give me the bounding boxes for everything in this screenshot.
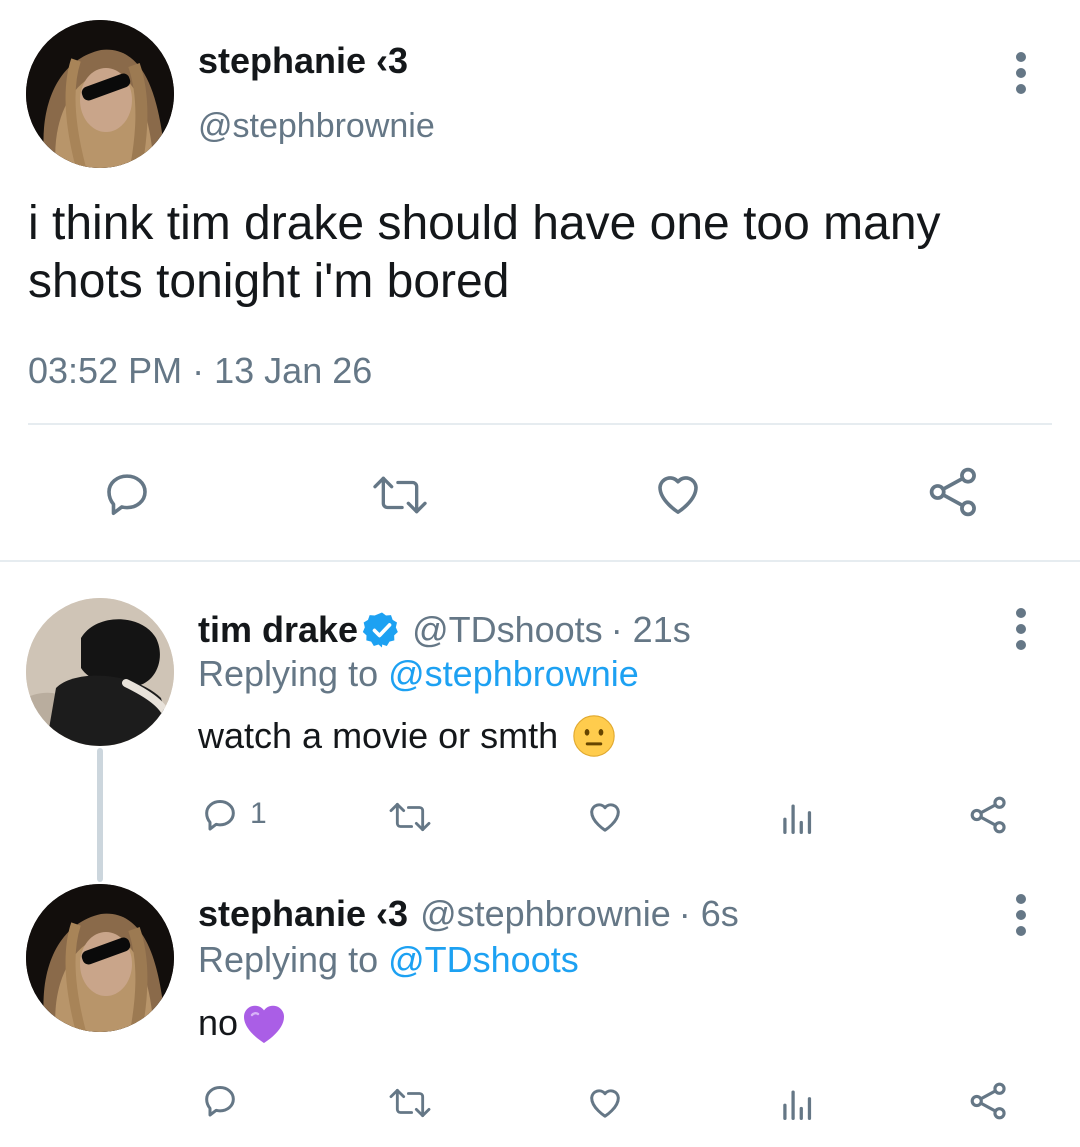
- retweet-icon: [389, 802, 431, 832]
- verified-badge-icon: [362, 612, 398, 648]
- divider: [28, 423, 1052, 425]
- replying-to-link[interactable]: @stephbrownie: [388, 653, 639, 694]
- analytics-button[interactable]: [778, 798, 818, 834]
- replying-to: Replying to @stephbrownie: [198, 652, 639, 696]
- like-icon: [590, 803, 620, 832]
- share-icon: [970, 1082, 1006, 1120]
- tweet-text-line-1: i think tim drake should have one too ma…: [28, 197, 941, 250]
- more-options-icon[interactable]: [1015, 608, 1027, 650]
- reply-count: 1: [250, 797, 267, 830]
- reply-time: · 21s: [610, 609, 691, 650]
- reply-text-content: watch a movie or smth: [198, 715, 559, 756]
- share-button[interactable]: [925, 464, 983, 520]
- like-button[interactable]: [584, 796, 626, 836]
- more-options-icon[interactable]: [1015, 52, 1027, 94]
- retweet-button[interactable]: [368, 470, 432, 520]
- like-button[interactable]: [650, 466, 706, 520]
- retweet-icon: [373, 476, 427, 514]
- analytics-icon: [783, 804, 812, 834]
- more-options-icon[interactable]: [1015, 894, 1027, 936]
- analytics-button[interactable]: [778, 1084, 818, 1120]
- section-divider: [0, 560, 1080, 562]
- reply-button[interactable]: [200, 1080, 240, 1120]
- purple-heart-emoji-icon: [244, 1005, 285, 1043]
- like-icon: [590, 1089, 620, 1118]
- tweet-timestamp: 03:52 PM · 13 Jan 26: [28, 350, 372, 392]
- tweet-date: 13 Jan 26: [214, 350, 373, 391]
- handle[interactable]: @stephbrownie: [420, 892, 671, 936]
- like-button[interactable]: [584, 1082, 626, 1122]
- display-name[interactable]: tim drake: [198, 608, 358, 652]
- retweet-button[interactable]: [386, 1084, 434, 1122]
- avatar-tim-drake[interactable]: [26, 598, 174, 746]
- timestamp-separator: ·: [192, 350, 205, 391]
- neutral-face-emoji-icon: [573, 715, 615, 757]
- replying-to-link[interactable]: @TDshoots: [388, 939, 579, 980]
- reply-header: stephanie ‹3 @stephbrownie · 6s: [198, 892, 739, 936]
- share-icon: [970, 796, 1006, 834]
- replying-to: Replying to @TDshoots: [198, 938, 579, 982]
- handle[interactable]: @stephbrownie: [198, 106, 435, 146]
- retweet-icon: [389, 1088, 431, 1118]
- reply-text: no: [198, 1000, 288, 1046]
- handle[interactable]: @TDshoots: [412, 608, 603, 652]
- reply-button[interactable]: [100, 466, 154, 520]
- thread-line: [97, 748, 103, 882]
- replying-prefix: Replying to: [198, 939, 379, 980]
- display-name[interactable]: stephanie ‹3: [198, 40, 408, 82]
- tweet-text-line-2: shots tonight i'm bored: [28, 255, 510, 308]
- analytics-icon: [783, 1090, 812, 1120]
- reply-button[interactable]: 1: [200, 794, 267, 834]
- reply-icon: [205, 1086, 235, 1117]
- share-button[interactable]: [968, 794, 1010, 836]
- reply-header: tim drake @TDshoots · 21s: [198, 608, 691, 652]
- reply-time: · 6s: [678, 893, 739, 934]
- reply-text: watch a movie or smth: [198, 714, 616, 758]
- reply-icon: [205, 800, 235, 831]
- avatar-stephanie[interactable]: [26, 884, 174, 1032]
- replying-prefix: Replying to: [198, 653, 379, 694]
- share-icon: [929, 467, 976, 517]
- display-name[interactable]: stephanie ‹3: [198, 892, 408, 936]
- avatar-stephanie[interactable]: [26, 20, 174, 168]
- share-button[interactable]: [968, 1080, 1010, 1122]
- reply-icon: [107, 474, 147, 516]
- like-icon: [658, 476, 698, 514]
- retweet-button[interactable]: [386, 798, 434, 836]
- reply-text-content: no: [198, 1002, 239, 1043]
- tweet-time: 03:52 PM: [28, 350, 183, 391]
